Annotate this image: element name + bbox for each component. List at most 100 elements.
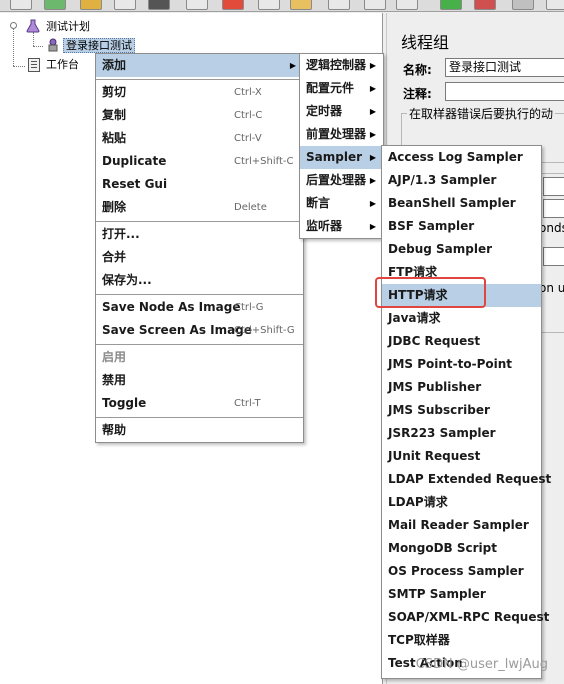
menu-separator [96,294,303,295]
submenu-arrow-icon: ▶ [369,176,376,185]
menu-item-label: 前置处理器 [306,127,367,141]
sampler-item[interactable]: Mail Reader Sampler [382,514,541,537]
menu-item-save-as[interactable]: 保存为... [96,269,303,292]
submenu-arrow-icon: ▶ [289,61,296,70]
menu-item-listener[interactable]: 监听器 ▶ [300,215,383,238]
menu-item-label: LDAP Extended Request [388,472,552,486]
menu-separator [96,79,303,80]
menu-item-label: 保存为... [102,273,152,287]
menu-item-shortcut: Ctrl-T [234,398,261,409]
submenu-arrow-icon: ▶ [369,130,376,139]
tree-node-workbench[interactable]: 工作台 [44,56,81,73]
menu-item-label: 逻辑控制器 [306,58,367,72]
menu-item-sampler[interactable]: Sampler ▶ [300,146,383,169]
screenshot-icon[interactable] [186,0,208,10]
menu-item-label: 断言 [306,196,331,210]
menu-item-label: 监听器 [306,219,343,233]
sampler-item[interactable]: OS Process Sampler [382,560,541,583]
new-icon[interactable] [10,0,32,10]
submenu-arrow-icon: ▶ [369,61,376,70]
open-icon[interactable] [80,0,102,10]
sampler-item[interactable]: BeanShell Sampler [382,192,541,215]
ramp-up-field[interactable] [543,199,564,218]
expand-icon[interactable] [328,0,350,10]
menu-item-shortcut: Ctrl-C [234,110,263,121]
menu-item-toggle[interactable]: Toggle Ctrl-T [96,392,303,415]
menu-item-label: 复制 [102,108,127,122]
name-field[interactable]: 登录接口测试 [445,58,564,77]
copy-icon[interactable] [258,0,280,10]
sampler-item[interactable]: SOAP/XML-RPC Request [382,606,549,629]
menu-item-help[interactable]: 帮助 [96,419,303,442]
menu-item-label: TCP取样器 [388,633,450,647]
start-no-pause-icon[interactable] [474,0,496,10]
sampler-item[interactable]: SMTP Sampler [382,583,541,606]
save-icon[interactable] [148,0,170,10]
stop-icon[interactable] [512,0,534,10]
menu-item-copy[interactable]: 复制 Ctrl-C [96,104,303,127]
menu-item-pre-processor[interactable]: 前置处理器 ▶ [300,123,383,146]
menu-item-save-node-image[interactable]: Save Node As Image Ctrl-G [96,296,303,319]
menu-item-label: LDAP请求 [388,495,448,509]
sampler-item[interactable]: BSF Sampler [382,215,541,238]
menu-item-reset-gui[interactable]: Reset Gui [96,173,303,196]
sampler-item[interactable]: JMS Subscriber [382,399,541,422]
template-icon[interactable] [44,0,66,10]
menu-item-timer[interactable]: 定时器 ▶ [300,100,383,123]
menu-item-label: Java请求 [388,311,441,325]
menu-item-label: Duplicate [102,154,167,168]
menu-item-label: Toggle [102,396,147,410]
delay-thread-label: on u [539,281,564,295]
sampler-item[interactable]: JMS Point-to-Point [382,353,541,376]
menu-item-logic-controller[interactable]: 逻辑控制器 ▶ [300,54,383,77]
collapse-icon[interactable] [364,0,386,10]
menu-separator [96,344,303,345]
menu-item-save-screen-image[interactable]: Save Screen As Image Ctrl+Shift-G [96,319,303,342]
menu-item-disable[interactable]: 禁用 [96,369,303,392]
paste-icon[interactable] [290,0,312,10]
cut-icon[interactable] [222,0,244,10]
tree-node-thread-group[interactable]: 登录接口测试 [63,37,135,54]
menu-item-label: 后置处理器 [306,173,367,187]
sampler-item[interactable]: AJP/1.3 Sampler [382,169,541,192]
menu-item-config-element[interactable]: 配置元件 ▶ [300,77,383,100]
menu-item-assertion[interactable]: 断言 ▶ [300,192,383,215]
sampler-item[interactable]: Debug Sampler [382,238,541,261]
tree-expand-toggle[interactable] [10,22,17,29]
menu-item-label: SMTP Sampler [388,587,486,601]
menu-item-duplicate[interactable]: Duplicate Ctrl+Shift-C [96,150,303,173]
menu-item-add[interactable]: 添加 ▶ [96,54,303,77]
sampler-item[interactable]: Java请求 [382,307,541,330]
sampler-item[interactable]: MongoDB Script [382,537,541,560]
sampler-item[interactable]: JSR223 Sampler [382,422,541,445]
sampler-item[interactable]: JMS Publisher [382,376,541,399]
menu-item-merge[interactable]: 合并 [96,246,303,269]
start-icon[interactable] [440,0,462,10]
sampler-item[interactable]: TCP取样器 [382,629,541,652]
menu-item-delete[interactable]: 删除 Delete [96,196,303,219]
toggle-icon[interactable] [396,0,418,10]
sampler-item[interactable]: JDBC Request [382,330,541,353]
menu-item-label: 定时器 [306,104,343,118]
tree-node-test-plan[interactable]: 测试计划 [44,18,92,35]
menu-item-shortcut: Ctrl+Shift-C [234,156,294,167]
threads-field[interactable] [543,177,564,196]
menu-item-label: OS Process Sampler [388,564,524,578]
menu-item-cut[interactable]: 剪切 Ctrl-X [96,81,303,104]
menu-item-shortcut: Ctrl-X [234,87,262,98]
menu-item-post-processor[interactable]: 后置处理器 ▶ [300,169,383,192]
tree-node-label: 测试计划 [46,20,90,33]
loop-count-field[interactable] [543,247,564,266]
sampler-item[interactable]: LDAP Extended Request [382,468,551,491]
menu-item-enable: 启用 [96,346,303,369]
sampler-item[interactable]: Access Log Sampler [382,146,541,169]
comment-field[interactable] [445,82,564,101]
sampler-item[interactable]: JUnit Request [382,445,541,468]
sampler-item[interactable]: LDAP请求 [382,491,541,514]
menu-item-open[interactable]: 打开... [96,223,303,246]
menu-item-label: 配置元件 [306,81,355,95]
menu-item-paste[interactable]: 粘贴 Ctrl-V [96,127,303,150]
menu-item-label: 禁用 [102,373,127,387]
shutdown-icon[interactable] [546,0,564,10]
close-icon[interactable] [114,0,136,10]
